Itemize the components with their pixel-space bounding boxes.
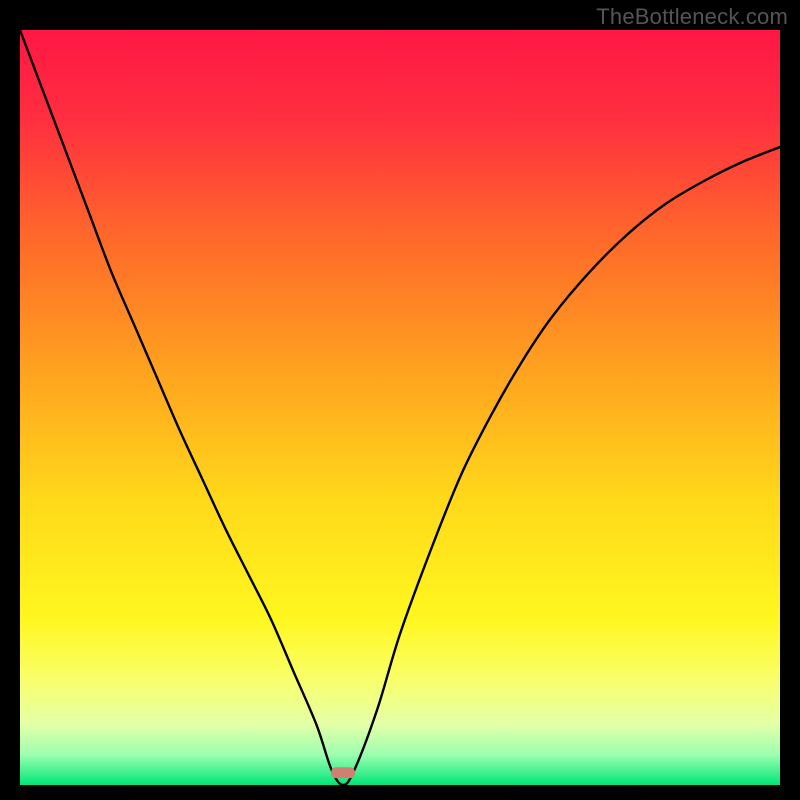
gradient-background xyxy=(20,30,780,785)
plot-area xyxy=(20,30,780,785)
optimum-marker xyxy=(331,767,355,778)
bottleneck-chart xyxy=(20,30,780,785)
watermark-text: TheBottleneck.com xyxy=(596,4,788,30)
chart-frame: TheBottleneck.com xyxy=(0,0,800,800)
